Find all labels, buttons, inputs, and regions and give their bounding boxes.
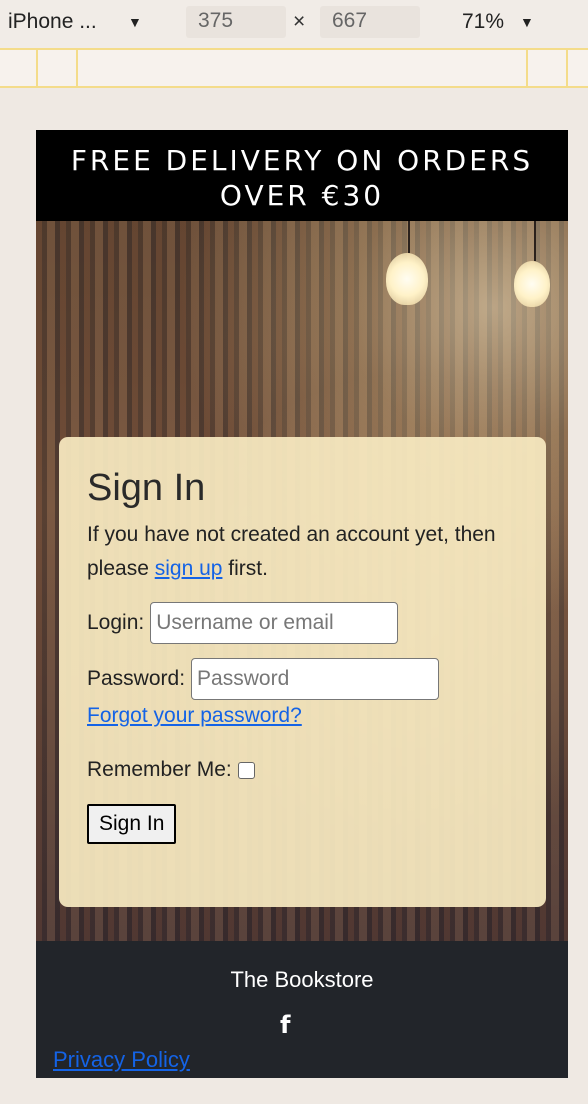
lightbulb-icon: [386, 253, 428, 305]
signin-card: Sign In If you have not created an accou…: [59, 437, 546, 907]
site-footer: The Bookstore f Privacy Policy: [36, 941, 568, 1078]
remember-row: Remember Me:: [87, 758, 518, 782]
facebook-icon[interactable]: f: [280, 1011, 290, 1039]
signin-intro: If you have not created an account yet, …: [87, 518, 518, 586]
zoom-select[interactable]: 71%: [462, 10, 504, 34]
hero-background: Sign In If you have not created an accou…: [36, 221, 568, 941]
device-viewport: FREE DELIVERY ON ORDERS OVER €30 Sign In…: [36, 130, 568, 1078]
media-query-divider: [526, 50, 528, 86]
login-input[interactable]: [150, 602, 399, 644]
lamp-wire: [408, 221, 410, 253]
lamp-wire: [534, 221, 536, 261]
lightbulb-icon: [514, 261, 550, 307]
height-input[interactable]: 667: [320, 6, 420, 38]
remember-checkbox[interactable]: [237, 761, 255, 779]
media-query-divider: [76, 50, 78, 86]
times-icon: ×: [293, 10, 306, 33]
delivery-banner: FREE DELIVERY ON ORDERS OVER €30: [36, 130, 568, 221]
remember-label: Remember Me:: [87, 758, 232, 781]
password-row: Password:: [87, 658, 518, 700]
banner-line-1: FREE DELIVERY ON ORDERS: [70, 144, 534, 177]
chevron-down-icon[interactable]: ▼: [128, 14, 142, 30]
intro-text-end: first.: [222, 557, 268, 580]
page-title: Sign In: [87, 467, 206, 509]
password-input[interactable]: [191, 658, 440, 700]
banner-line-2: OVER €30: [219, 179, 385, 212]
width-input[interactable]: 375: [186, 6, 286, 38]
password-label: Password:: [87, 667, 186, 690]
privacy-policy-link[interactable]: Privacy Policy: [53, 1047, 190, 1073]
forgot-password-link[interactable]: Forgot your password?: [87, 704, 518, 728]
media-query-divider: [566, 50, 568, 86]
media-query-divider: [36, 50, 38, 86]
login-row: Login:: [87, 602, 518, 644]
device-select[interactable]: iPhone ...: [8, 10, 97, 34]
signin-button[interactable]: Sign In: [87, 804, 177, 844]
login-label: Login:: [87, 611, 145, 634]
chevron-down-icon[interactable]: ▼: [520, 14, 534, 30]
media-query-bar[interactable]: [0, 48, 588, 88]
signup-link[interactable]: sign up: [155, 557, 223, 580]
intro-text: If you have not created an account yet, …: [87, 523, 496, 580]
footer-brand: The Bookstore: [230, 967, 374, 992]
devtools-toolbar: iPhone ... ▼ 375 × 667 71% ▼: [0, 0, 588, 48]
